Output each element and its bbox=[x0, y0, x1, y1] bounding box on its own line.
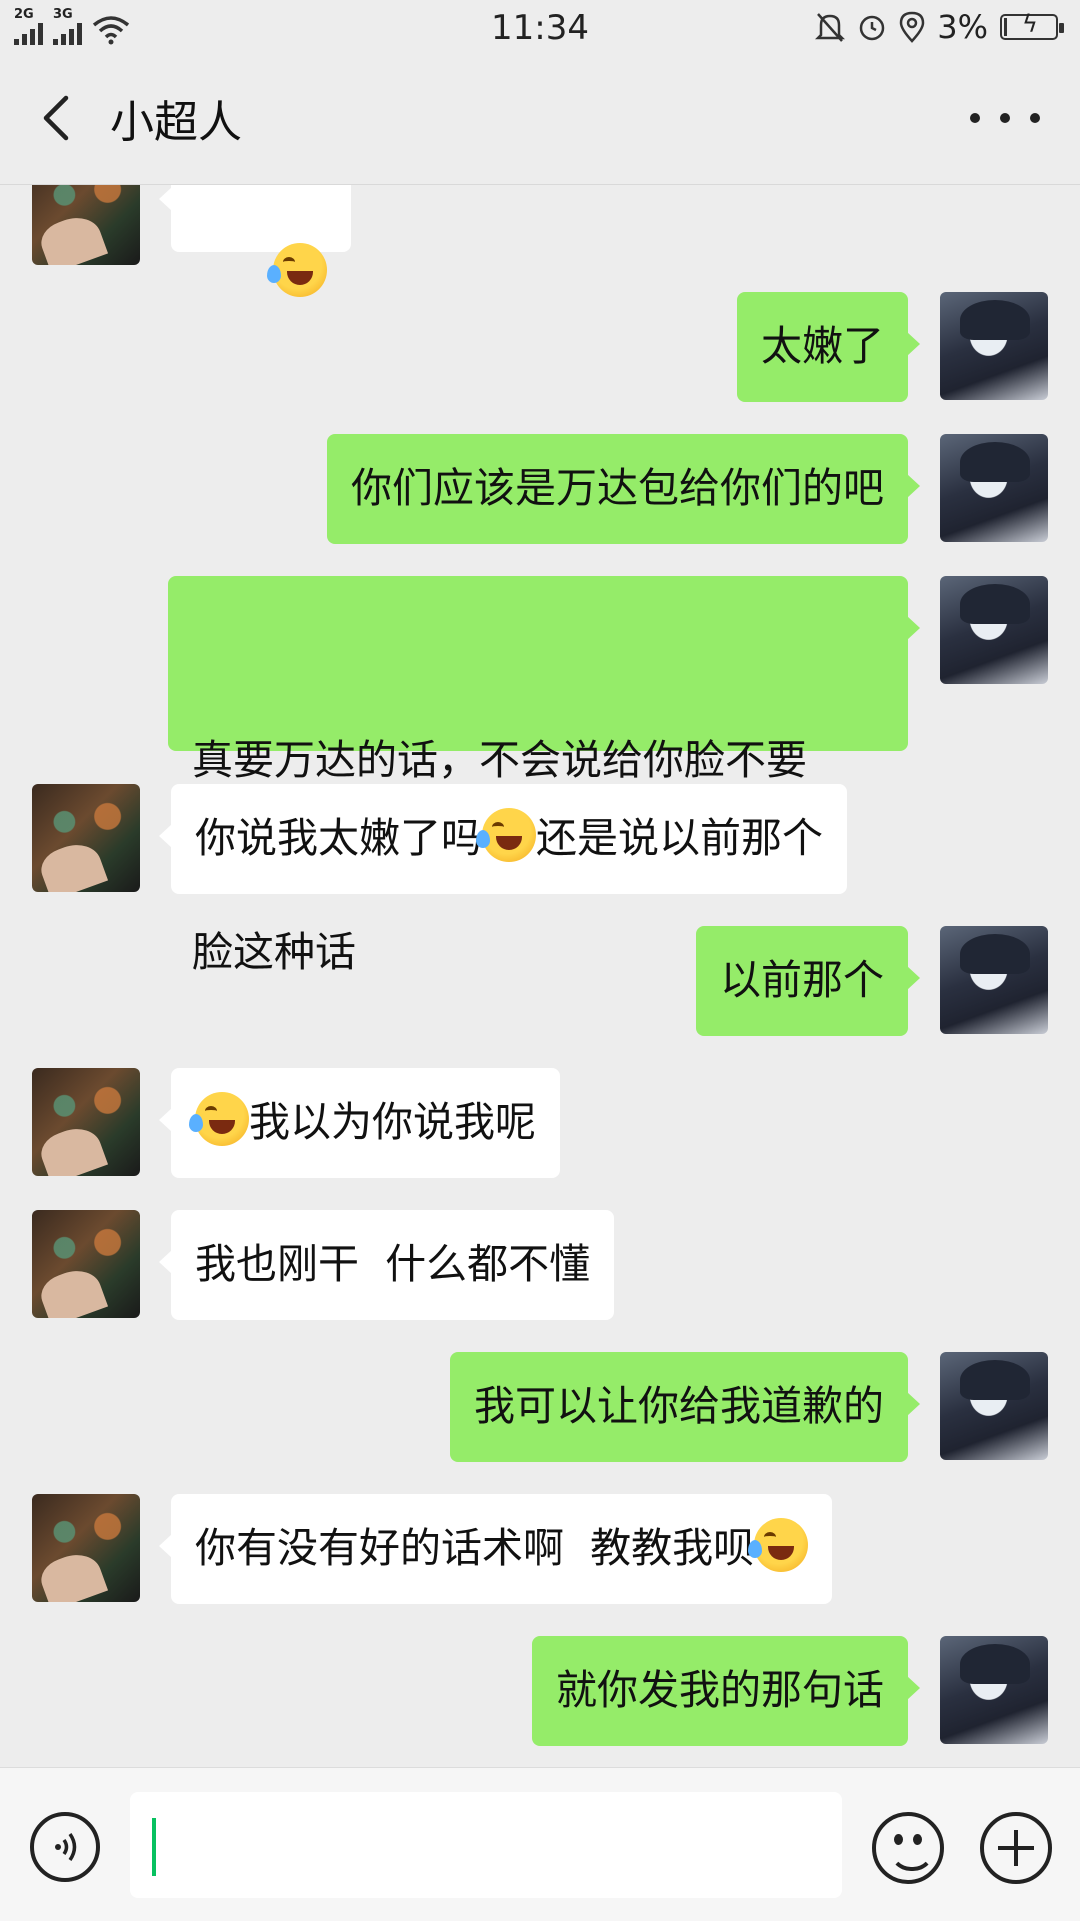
message-text: 你说我太嫩了吗 bbox=[195, 814, 482, 862]
more-dots-icon[interactable] bbox=[970, 96, 1040, 140]
my-avatar[interactable] bbox=[940, 576, 1048, 684]
face-with-tears-of-joy-emoji bbox=[476, 808, 536, 862]
status-icons: 3% ϟ bbox=[815, 8, 1064, 46]
face-with-tears-of-joy-emoji bbox=[748, 1518, 809, 1572]
friend-avatar[interactable] bbox=[32, 784, 140, 892]
message-bubble[interactable]: 就你发我的那句话 bbox=[532, 1636, 920, 1746]
my-avatar[interactable] bbox=[940, 434, 1048, 542]
alarm-icon bbox=[859, 15, 885, 41]
message-bubble[interactable]: 以前那个 bbox=[696, 926, 920, 1036]
battery-charging-icon: ϟ bbox=[1000, 10, 1064, 40]
my-avatar[interactable] bbox=[940, 292, 1048, 400]
friend-avatar[interactable] bbox=[32, 185, 140, 265]
mute-bell-icon bbox=[815, 13, 846, 42]
message-text: 还是说以前那个 bbox=[536, 814, 823, 862]
chat-title: 小超人 bbox=[110, 97, 242, 148]
face-with-tears-of-joy-emoji bbox=[189, 1092, 249, 1146]
chat-header: 小超人 bbox=[0, 56, 1080, 185]
message-text: 你有没有好的话术啊 教教我呗 bbox=[195, 1524, 755, 1572]
my-avatar[interactable] bbox=[940, 926, 1048, 1034]
message-bubble[interactable]: 你们应该是万达包给你们的吧 bbox=[327, 434, 920, 544]
voice-waves-icon bbox=[55, 1833, 77, 1861]
message-bubble[interactable]: 你说我太嫩了吗 还是说以前那个 bbox=[159, 784, 847, 894]
face-with-tears-of-joy-emoji bbox=[267, 243, 328, 297]
message-bubble[interactable]: 你有没有好的话术啊 教教我呗 bbox=[158, 1494, 833, 1604]
message-bubble[interactable]: 太嫩了 bbox=[737, 292, 920, 402]
text-cursor bbox=[152, 1818, 156, 1876]
message-bubble[interactable]: 我可以让你给我道歉的 bbox=[450, 1352, 920, 1462]
message-text: 我以为你说我呢 bbox=[249, 1098, 536, 1146]
message-text-line: 真要万达的话，不会说给你脸不要 bbox=[192, 736, 807, 784]
chevron-left-icon[interactable] bbox=[28, 88, 88, 148]
message-bubble[interactable]: 我也刚干 什么都不懂 bbox=[158, 1210, 615, 1320]
my-avatar[interactable] bbox=[940, 1636, 1048, 1744]
status-bar: 2G 3G 11:34 3% ϟ bbox=[0, 0, 1080, 56]
message-bubble[interactable] bbox=[158, 185, 352, 297]
location-icon bbox=[899, 11, 925, 43]
battery-percent: 3% bbox=[937, 8, 988, 46]
friend-avatar[interactable] bbox=[32, 1210, 140, 1318]
my-avatar[interactable] bbox=[940, 1352, 1048, 1460]
message-input[interactable] bbox=[130, 1792, 842, 1898]
input-bar bbox=[0, 1767, 1080, 1921]
friend-avatar[interactable] bbox=[32, 1068, 140, 1176]
message-bubble[interactable]: 我以为你说我呢 bbox=[159, 1068, 560, 1178]
message-list[interactable]: 太嫩了 你们应该是万达包给你们的吧 真要万达的话，不会说给你脸不要 脸这种话 你… bbox=[0, 185, 1080, 1767]
message-bubble[interactable]: 真要万达的话，不会说给你脸不要 脸这种话 bbox=[168, 576, 920, 976]
emoji-icon[interactable] bbox=[872, 1812, 944, 1884]
voice-icon[interactable] bbox=[30, 1812, 100, 1882]
plus-icon[interactable] bbox=[980, 1812, 1052, 1884]
friend-avatar[interactable] bbox=[32, 1494, 140, 1602]
